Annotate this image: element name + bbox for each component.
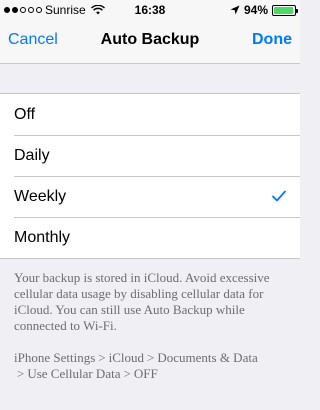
- path-step: iCloud: [108, 350, 145, 365]
- path-step: Documents & Data: [157, 350, 258, 365]
- status-bar: Sunrise 16:38 94%: [0, 0, 300, 20]
- battery-percent: 94%: [243, 3, 268, 17]
- footer-note: Your backup is stored in iCloud. Avoid e…: [14, 270, 288, 382]
- battery-fill: [274, 6, 293, 14]
- settings-path: iPhone Settings > iCloud > Documents & Data …: [14, 350, 288, 382]
- checkmark-icon: [272, 190, 286, 202]
- path-step: Use Cellular Data: [27, 366, 121, 381]
- option-monthly[interactable]: Monthly: [0, 217, 300, 258]
- navigation-bar: Cancel Auto Backup Done: [0, 20, 300, 64]
- option-daily[interactable]: Daily: [0, 135, 300, 176]
- option-label: Off: [14, 106, 36, 123]
- path-step: OFF: [133, 366, 158, 381]
- battery-icon: [272, 4, 298, 16]
- path-separator: >: [123, 366, 131, 381]
- done-button[interactable]: Done: [252, 31, 292, 49]
- status-right: 94%: [230, 3, 298, 17]
- path-step: iPhone Settings: [14, 350, 96, 365]
- footer-description: Your backup is stored in iCloud. Avoid e…: [14, 270, 270, 333]
- path-separator: >: [17, 366, 25, 381]
- path-separator: >: [98, 350, 106, 365]
- path-separator: >: [147, 350, 155, 365]
- backup-frequency-list: Off Daily Weekly Monthly: [0, 93, 300, 259]
- option-weekly[interactable]: Weekly: [0, 176, 300, 217]
- option-label: Weekly: [14, 188, 67, 205]
- option-off[interactable]: Off: [0, 94, 300, 135]
- option-label: Daily: [14, 147, 50, 164]
- option-label: Monthly: [14, 229, 71, 246]
- location-arrow-icon: [230, 5, 240, 15]
